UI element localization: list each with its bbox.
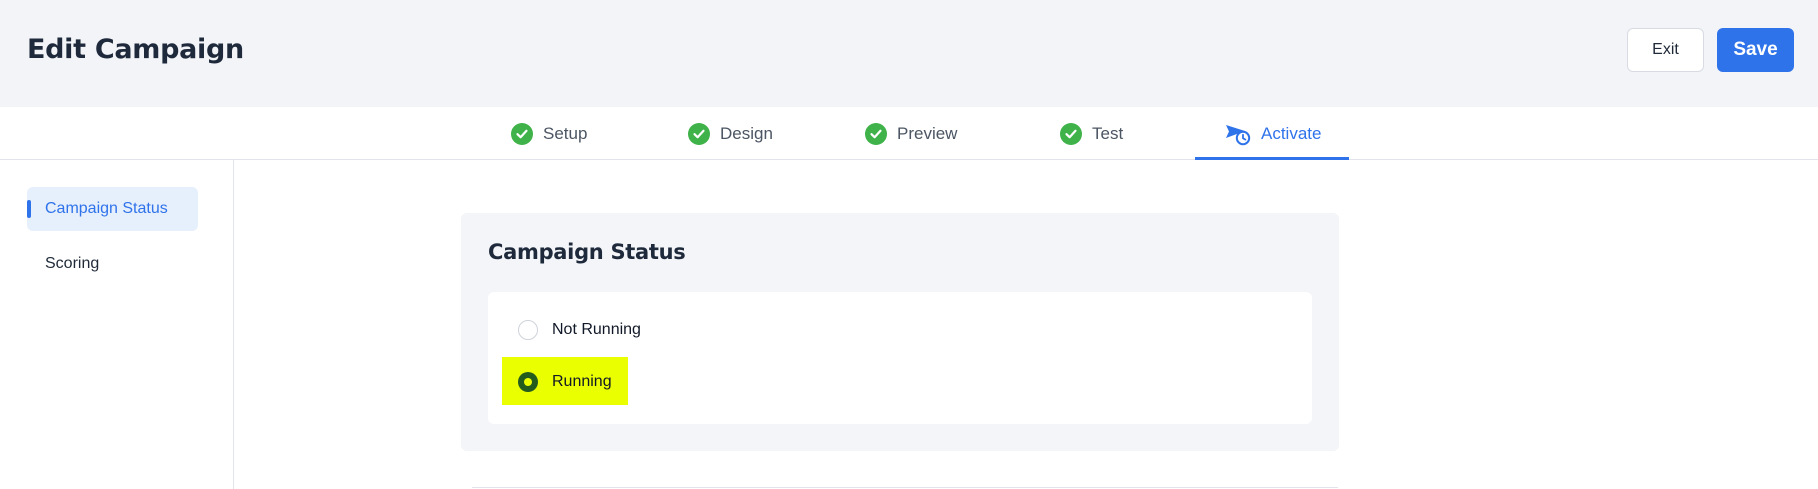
option-label: Running bbox=[552, 373, 612, 390]
campaign-status-card: Campaign Status Not Running Running bbox=[461, 213, 1339, 451]
tab-label: Setup bbox=[543, 123, 588, 143]
settings-sidebar: Campaign Status Scoring bbox=[0, 160, 234, 489]
radio-button[interactable] bbox=[518, 320, 538, 340]
campaign-stepper: Setup Design Preview Test Activate bbox=[0, 107, 1818, 160]
divider bbox=[472, 487, 1338, 488]
sidebar-item-scoring[interactable]: Scoring bbox=[27, 242, 198, 286]
tab-activate[interactable]: Activate bbox=[1225, 107, 1321, 160]
status-option-not-running[interactable]: Not Running bbox=[518, 320, 641, 340]
radio-button-selected[interactable] bbox=[518, 372, 538, 392]
active-tab-indicator bbox=[1195, 157, 1349, 160]
check-icon bbox=[688, 122, 710, 145]
tab-label: Design bbox=[720, 123, 773, 143]
tab-setup[interactable]: Setup bbox=[511, 107, 587, 160]
tab-label: Test bbox=[1092, 123, 1124, 143]
sidebar-item-campaign-status[interactable]: Campaign Status bbox=[27, 187, 198, 231]
send-schedule-icon bbox=[1225, 122, 1251, 146]
tab-preview[interactable]: Preview bbox=[865, 107, 957, 160]
sidebar-item-label: Campaign Status bbox=[45, 200, 168, 217]
check-icon bbox=[1060, 122, 1082, 145]
exit-button[interactable]: Exit bbox=[1627, 28, 1704, 72]
status-option-running[interactable]: Running bbox=[518, 372, 612, 392]
check-icon bbox=[865, 122, 887, 145]
tab-test[interactable]: Test bbox=[1060, 107, 1123, 160]
page-title: Edit Campaign bbox=[27, 34, 244, 65]
status-options-panel: Not Running Running bbox=[488, 292, 1312, 424]
tab-label: Preview bbox=[897, 123, 958, 143]
tab-design[interactable]: Design bbox=[688, 107, 773, 160]
header-bar: Edit Campaign Exit Save bbox=[0, 0, 1818, 107]
option-label: Not Running bbox=[552, 321, 641, 338]
card-title: Campaign Status bbox=[488, 240, 686, 264]
tab-label: Activate bbox=[1261, 123, 1322, 143]
sidebar-item-label: Scoring bbox=[45, 255, 100, 272]
check-icon bbox=[511, 122, 533, 145]
save-button[interactable]: Save bbox=[1717, 28, 1794, 72]
